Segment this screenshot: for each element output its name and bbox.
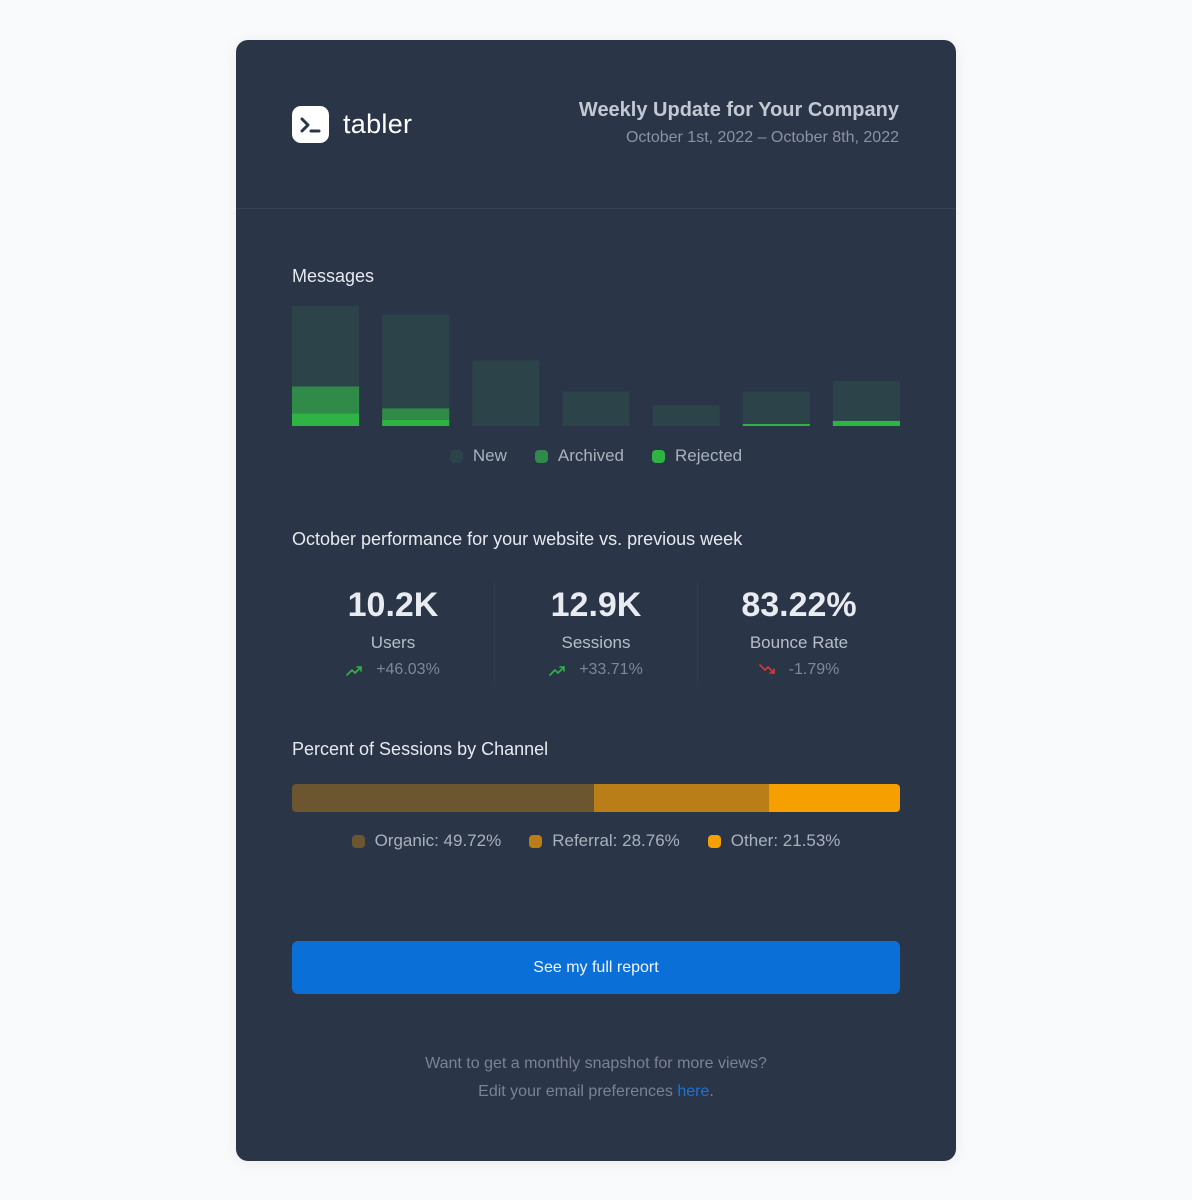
bar-rejected-7 xyxy=(832,420,900,426)
stat-label: Bounce Rate xyxy=(749,633,849,652)
legend-swatch-new xyxy=(449,449,463,463)
footer-line-2: Edit your email preferences here. xyxy=(236,1078,956,1106)
email-header: tabler Weekly Update for Your Company Oc… xyxy=(236,40,956,209)
channel-segment-referral xyxy=(594,784,770,812)
trending-down-icon xyxy=(758,664,775,674)
stat-users: 10.2K Users +46.03% xyxy=(292,580,494,686)
channels-title: Percent of Sessions by Channel xyxy=(292,739,549,759)
performance-title: October performance for your website vs.… xyxy=(292,529,743,549)
messages-title: Messages xyxy=(292,266,375,286)
footer: Want to get a monthly snapshot for more … xyxy=(236,1050,956,1106)
stat-change: +33.71% xyxy=(579,661,643,678)
legend-label-rejected: Rejected xyxy=(675,446,743,465)
legend-item-new: New xyxy=(449,446,507,466)
channel-swatch-organic xyxy=(351,834,365,848)
legend-label-new: New xyxy=(472,446,507,465)
trending-up-icon xyxy=(549,666,565,676)
messages-legend: New Archived Rejected xyxy=(236,446,956,466)
footer-prefix: Edit your email preferences xyxy=(478,1083,678,1100)
see-full-report-button[interactable]: See my full report xyxy=(292,941,900,994)
date-range: October 1st, 2022 – October 8th, 2022 xyxy=(625,129,899,146)
stat-value: 10.2K xyxy=(347,586,439,624)
bar-rejected-6 xyxy=(742,423,810,426)
footer-line-1: Want to get a monthly snapshot for more … xyxy=(425,1055,767,1072)
stat-label: Users xyxy=(370,633,416,652)
legend-item-rejected: Rejected xyxy=(652,446,742,466)
bar-rejected-1 xyxy=(292,413,360,426)
bar-new-3 xyxy=(472,360,540,426)
legend-label-archived: Archived xyxy=(557,446,625,465)
channel-legend-referral: Referral: 28.76% xyxy=(529,831,680,851)
bar-new-7 xyxy=(832,381,900,421)
legend-item-archived: Archived xyxy=(534,446,625,466)
performance-stats: 10.2K Users +46.03% 12.9K Sessions +33.7… xyxy=(292,580,900,686)
channel-swatch-referral xyxy=(529,834,543,848)
stat-bounce-rate: 83.22% Bounce Rate -1.79% xyxy=(697,580,900,686)
trending-up-icon xyxy=(346,666,362,676)
stat-change: -1.79% xyxy=(788,661,840,678)
email-preferences-link[interactable]: here xyxy=(677,1083,709,1100)
stat-change: +46.03% xyxy=(376,661,440,678)
channel-legend-organic: Organic: 49.72% xyxy=(351,831,502,851)
brand-logo[interactable]: tabler xyxy=(292,106,412,143)
bar-new-5 xyxy=(652,405,720,426)
bar-new-4 xyxy=(562,391,630,426)
channels-progress-bar xyxy=(292,784,900,812)
terminal-icon xyxy=(292,106,329,143)
brand-name: tabler xyxy=(343,109,413,139)
channel-segment-other xyxy=(769,784,900,812)
bar-archived-2 xyxy=(382,408,450,420)
bar-rejected-2 xyxy=(382,419,450,426)
footer-suffix: . xyxy=(709,1083,714,1100)
bar-archived-1 xyxy=(292,386,360,414)
bar-new-2 xyxy=(382,314,450,409)
channel-label-referral: Referral: 28.76% xyxy=(552,831,680,850)
bar-new-6 xyxy=(742,391,810,424)
email-title: Weekly Update for Your Company xyxy=(578,99,899,121)
channel-legend-other: Other: 21.53% xyxy=(707,831,841,851)
email-card: tabler Weekly Update for Your Company Oc… xyxy=(236,40,956,1161)
channels-legend: Organic: 49.72% Referral: 28.76% Other: … xyxy=(236,831,956,851)
legend-swatch-archived xyxy=(534,449,548,463)
stat-value: 83.22% xyxy=(741,586,857,624)
stat-label: Sessions xyxy=(561,633,631,652)
stat-sessions: 12.9K Sessions +33.71% xyxy=(494,580,697,686)
channel-segment-organic xyxy=(292,784,595,812)
stat-value: 12.9K xyxy=(550,586,642,624)
legend-swatch-rejected xyxy=(652,449,666,463)
channel-label-other: Other: 21.53% xyxy=(730,831,841,850)
bar-new-1 xyxy=(292,306,360,387)
messages-bar-chart xyxy=(292,306,900,426)
channel-swatch-other xyxy=(707,834,721,848)
channel-label-organic: Organic: 49.72% xyxy=(374,831,502,850)
